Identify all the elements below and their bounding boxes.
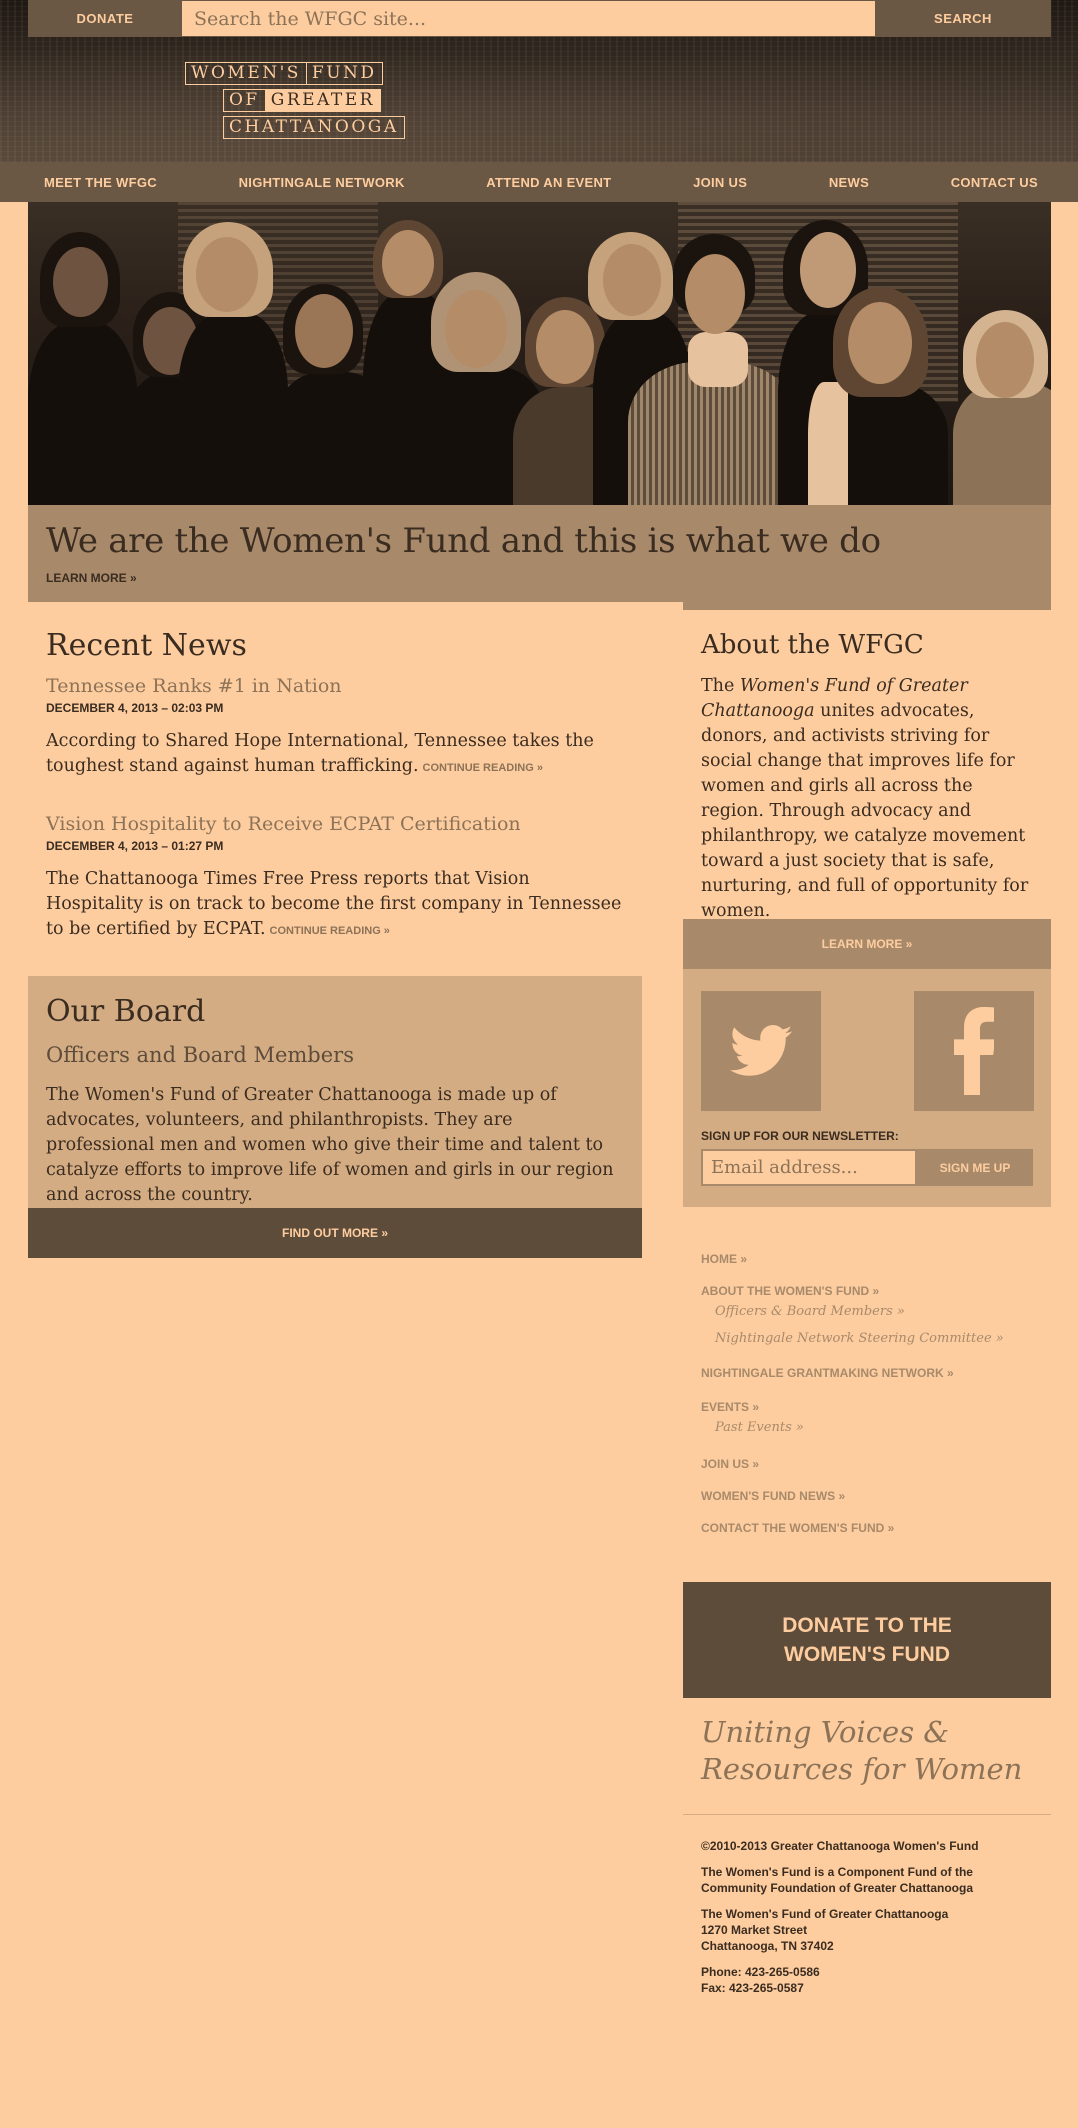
logo-word-womens: WOMEN'S: [185, 62, 307, 85]
sitemap-officers[interactable]: Officers & Board Members »: [715, 1304, 1051, 1319]
about-text-rest: unites advocates, donors, and activists …: [701, 701, 1029, 921]
component-fund-note: The Women's Fund is a Component Fund of …: [701, 1864, 1041, 1896]
board-description: The Women's Fund of Greater Chattanooga …: [46, 1085, 614, 1205]
find-out-more-button[interactable]: FIND OUT MORE »: [28, 1208, 642, 1258]
sitemap-join[interactable]: JOIN US »: [701, 1457, 1051, 1471]
nav-nightingale-network[interactable]: NIGHTINGALE NETWORK: [239, 175, 405, 190]
hero-caption: We are the Women's Fund and this is what…: [28, 505, 1051, 602]
fax-number: Fax: 423-265-0587: [701, 1981, 804, 1995]
social-newsletter-panel: SIGN UP FOR OUR NEWSLETTER: SIGN ME UP: [683, 969, 1051, 1207]
continue-reading-link[interactable]: CONTINUE READING »: [270, 925, 390, 937]
contact-numbers: Phone: 423-265-0586 Fax: 423-265-0587: [701, 1964, 1041, 1996]
sitemap-home[interactable]: HOME »: [701, 1252, 1051, 1266]
nav-meet-wfgc[interactable]: MEET THE WFGC: [44, 175, 157, 190]
phone-number: Phone: 423-265-0586: [701, 1965, 820, 1979]
hero-headline: We are the Women's Fund and this is what…: [46, 521, 881, 561]
component-line-1: The Women's Fund is a Component Fund of …: [701, 1865, 973, 1879]
our-board-panel: Our Board Officers and Board Members The…: [28, 976, 642, 1208]
donate-line-2: WOMEN'S FUND: [784, 1643, 950, 1666]
newsletter-label: SIGN UP FOR OUR NEWSLETTER:: [701, 1129, 899, 1143]
logo-word-of: OF: [223, 89, 266, 112]
about-text-prefix: The: [701, 676, 740, 696]
twitter-bird-glyph: [729, 1025, 793, 1076]
news-item-date: DECEMBER 4, 2013 – 01:27 PM: [46, 839, 224, 853]
hero-banner: We are the Women's Fund and this is what…: [28, 202, 1051, 602]
tagline: Uniting Voices & Resources for Women: [701, 1715, 1023, 1786]
sitemap-nightingale[interactable]: NIGHTINGALE GRANTMAKING NETWORK »: [701, 1366, 1051, 1380]
news-item-title[interactable]: Tennessee Ranks #1 in Nation: [46, 675, 624, 697]
board-subheading: Officers and Board Members: [46, 1043, 354, 1067]
facebook-f-glyph: [954, 1007, 994, 1095]
footer-info: ©2010-2013 Greater Chattanooga Women's F…: [701, 1838, 1041, 2006]
news-item-body: According to Shared Hope International, …: [46, 729, 624, 781]
hero-learn-more-link[interactable]: LEARN MORE »: [46, 571, 1033, 585]
address-city: Chattanooga, TN 37402: [701, 1939, 834, 1953]
news-item: Tennessee Ranks #1 in Nation DECEMBER 4,…: [46, 675, 624, 781]
nav-join-us[interactable]: JOIN US: [693, 175, 747, 190]
main-nav: MEET THE WFGC NIGHTINGALE NETWORK ATTEND…: [0, 162, 1078, 202]
board-heading: Our Board: [46, 994, 206, 1029]
about-heading: About the WFGC: [701, 630, 924, 660]
sitemap-news[interactable]: WOMEN'S FUND NEWS »: [701, 1489, 1051, 1503]
top-bar: DONATE SEARCH: [28, 0, 1051, 37]
component-line-2: Community Foundation of Greater Chattano…: [701, 1881, 973, 1895]
sitemap-nightingale-committee[interactable]: Nightingale Network Steering Committee »: [715, 1331, 1051, 1346]
news-item: Vision Hospitality to Receive ECPAT Cert…: [46, 813, 624, 944]
left-column: Recent News Tennessee Ranks #1 in Nation…: [28, 602, 642, 1258]
right-column: About the WFGC The Women's Fund of Great…: [683, 602, 1051, 1995]
divider: [683, 1814, 1051, 1815]
news-item-title[interactable]: Vision Hospitality to Receive ECPAT Cert…: [46, 813, 624, 835]
continue-reading-link[interactable]: CONTINUE READING »: [423, 762, 543, 774]
group-photo: [28, 202, 1051, 505]
newsletter-email-input[interactable]: [701, 1149, 917, 1186]
donate-link[interactable]: DONATE: [28, 0, 182, 37]
recent-news-section: Recent News Tennessee Ranks #1 in Nation…: [28, 602, 642, 944]
about-description: The Women's Fund of Greater Chattanooga …: [701, 674, 1033, 924]
logo-word-greater: GREATER: [265, 89, 381, 112]
sign-me-up-button[interactable]: SIGN ME UP: [917, 1149, 1033, 1186]
twitter-icon[interactable]: [701, 991, 821, 1111]
logo-row-2: OF GREATER: [223, 89, 405, 112]
logo-word-chattanooga: CHATTANOOGA: [223, 116, 405, 139]
logo-word-fund: FUND: [306, 62, 383, 85]
copyright: ©2010-2013 Greater Chattanooga Women's F…: [701, 1839, 979, 1853]
donate-line-1: DONATE TO THE: [782, 1614, 952, 1637]
news-item-date: DECEMBER 4, 2013 – 02:03 PM: [46, 701, 224, 715]
logo-row-1: WOMEN'S FUND: [185, 62, 405, 85]
nav-attend-event[interactable]: ATTEND AN EVENT: [486, 175, 611, 190]
facebook-icon[interactable]: [914, 991, 1034, 1111]
about-learn-more-button[interactable]: LEARN MORE »: [683, 919, 1051, 969]
site-logo[interactable]: WOMEN'S FUND OF GREATER CHATTANOOGA: [185, 62, 405, 143]
about-panel: About the WFGC The Women's Fund of Great…: [683, 602, 1051, 942]
search-button[interactable]: SEARCH: [875, 0, 1051, 37]
sitemap-links: HOME » ABOUT THE WOMEN'S FUND » Officers…: [701, 1252, 1051, 1535]
recent-news-heading: Recent News: [46, 628, 247, 663]
donate-to-womens-fund-button[interactable]: DONATE TO THE WOMEN'S FUND: [683, 1582, 1051, 1698]
sitemap-events[interactable]: EVENTS »: [701, 1400, 1051, 1414]
sitemap-about[interactable]: ABOUT THE WOMEN'S FUND »: [701, 1284, 1051, 1298]
nav-news[interactable]: NEWS: [829, 175, 869, 190]
logo-row-3: CHATTANOOGA: [223, 116, 405, 139]
address-street: 1270 Market Street: [701, 1923, 808, 1937]
nav-contact-us[interactable]: CONTACT US: [951, 175, 1038, 190]
site-header: DONATE SEARCH WOMEN'S FUND OF GREATER CH…: [0, 0, 1078, 162]
address-org: The Women's Fund of Greater Chattanooga: [701, 1907, 949, 1921]
sitemap-contact[interactable]: CONTACT THE WOMEN'S FUND »: [701, 1521, 1051, 1535]
sitemap-past-events[interactable]: Past Events »: [715, 1420, 1051, 1435]
search-input[interactable]: [182, 1, 875, 36]
news-item-body: The Chattanooga Times Free Press reports…: [46, 867, 624, 944]
address: The Women's Fund of Greater Chattanooga …: [701, 1906, 1041, 1954]
donate-button-text: DONATE TO THE WOMEN'S FUND: [782, 1611, 952, 1669]
